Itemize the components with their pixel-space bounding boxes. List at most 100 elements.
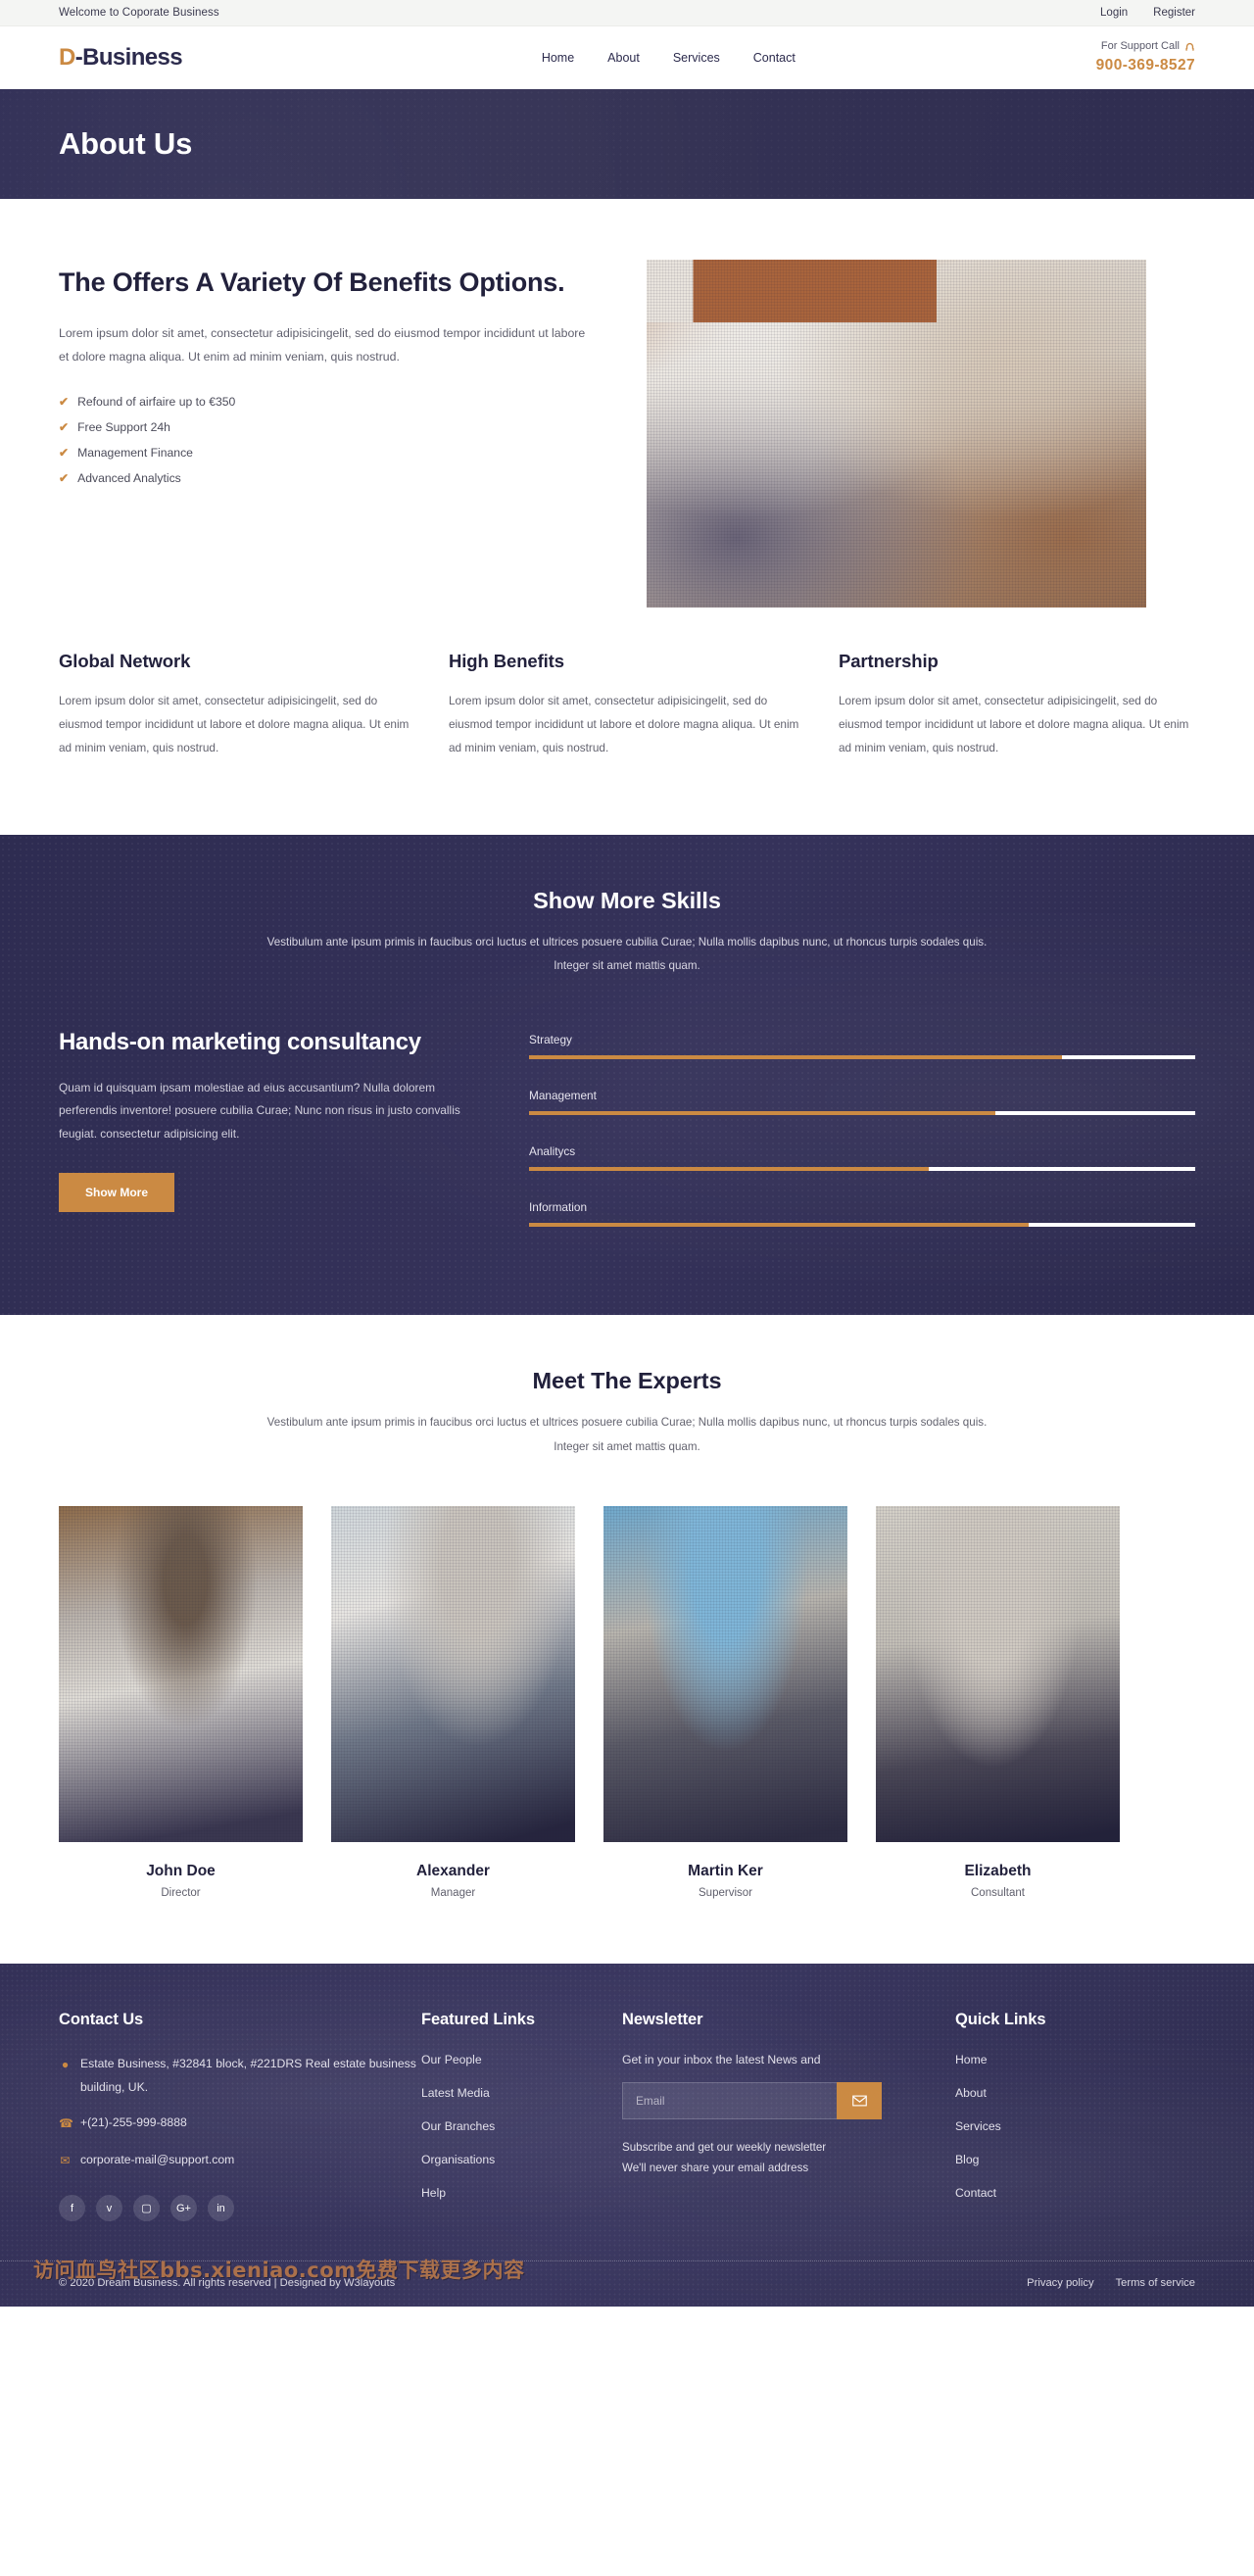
feature-text: Lorem ipsum dolor sit amet, consectetur … xyxy=(839,694,1189,755)
check-icon: ✔ xyxy=(59,419,70,434)
nav-item-about[interactable]: About xyxy=(607,51,640,65)
feature-title: High Benefits xyxy=(449,651,564,671)
footer-phone[interactable]: ☎ +(21)-255-999-8888 xyxy=(59,2112,421,2136)
legal-links: Privacy policy Terms of service xyxy=(1027,2277,1195,2289)
page-hero-banner: About Us xyxy=(0,89,1254,199)
experts-title: Meet The Experts xyxy=(532,1368,722,1394)
checklist-label: Free Support 24h xyxy=(77,419,170,434)
support-phone-number[interactable]: 900-369-8527 xyxy=(1096,56,1195,74)
checklist-label: Refound of airfaire up to €350 xyxy=(77,394,236,409)
footer-link-our-branches[interactable]: Our Branches xyxy=(421,2119,622,2133)
team-member-card[interactable]: John Doe Director xyxy=(59,1505,303,1899)
logo-mark: D xyxy=(59,44,75,71)
skill-fill xyxy=(529,1223,1029,1228)
skills-subtitle: Vestibulum ante ipsum primis in faucibus… xyxy=(266,935,988,972)
team-member-role: Supervisor xyxy=(699,1886,752,1899)
list-item: ✔ Free Support 24h xyxy=(59,420,607,434)
team-member-card[interactable]: Martin Ker Supervisor xyxy=(603,1505,847,1899)
team-member-role: Director xyxy=(161,1886,201,1899)
experts-subtitle: Vestibulum ante ipsum primis in faucibus… xyxy=(266,1416,988,1453)
footer-link-contact[interactable]: Contact xyxy=(955,2186,1151,2200)
feature-card-partnership: Partnership Lorem ipsum dolor sit amet, … xyxy=(839,651,1191,760)
footer-contact-title: Contact Us xyxy=(59,2010,144,2028)
google-plus-icon[interactable]: G+ xyxy=(170,2195,197,2222)
footer-contact-column: Contact Us ● Estate Business, #32841 blo… xyxy=(59,2010,421,2222)
site-header: D -Business Home About Services Contact F… xyxy=(0,26,1254,89)
footer-email-text: corporate-mail@support.com xyxy=(80,2153,235,2167)
team-member-role: Manager xyxy=(430,1886,476,1899)
skill-label: Information xyxy=(529,1200,588,1215)
skill-fill xyxy=(529,1055,1062,1060)
linkedin-icon[interactable]: in xyxy=(208,2195,234,2222)
check-icon: ✔ xyxy=(59,394,70,409)
footer-link-about[interactable]: About xyxy=(955,2086,1151,2100)
team-member-name: Martin Ker xyxy=(688,1862,763,1879)
register-link[interactable]: Register xyxy=(1153,7,1195,19)
check-icon: ✔ xyxy=(59,445,70,460)
newsletter-submit-button[interactable] xyxy=(837,2081,882,2119)
envelope-icon xyxy=(851,2095,867,2107)
footer-quick-links: Home About Services Blog Contact xyxy=(955,2053,1151,2200)
login-link[interactable]: Login xyxy=(1100,7,1128,19)
show-more-button[interactable]: Show More xyxy=(59,1173,175,1213)
team-member-card[interactable]: Elizabeth Consultant xyxy=(876,1505,1120,1899)
main-navigation: Home About Services Contact xyxy=(542,51,796,65)
footer-link-home[interactable]: Home xyxy=(955,2053,1151,2066)
footer-email[interactable]: ✉ corporate-mail@support.com xyxy=(59,2149,421,2173)
footer-featured-links: Our People Latest Media Our Branches Org… xyxy=(421,2053,622,2200)
footer-link-blog[interactable]: Blog xyxy=(955,2153,1151,2166)
checklist-label: Management Finance xyxy=(77,445,193,460)
team-member-card[interactable]: Alexander Manager xyxy=(331,1505,575,1899)
nav-item-contact[interactable]: Contact xyxy=(753,51,796,65)
skills-heading: Hands-on marketing consultancy xyxy=(59,1029,421,1056)
account-links: Login Register xyxy=(1100,7,1195,19)
newsletter-note-line2: We'll never share your email address xyxy=(622,2162,809,2175)
nav-item-services[interactable]: Services xyxy=(673,51,720,65)
footer-phone-text: +(21)-255-999-8888 xyxy=(80,2115,187,2130)
offers-team-photo xyxy=(647,260,1146,608)
feature-card-high-benefits: High Benefits Lorem ipsum dolor sit amet… xyxy=(449,651,801,760)
footer-link-our-people[interactable]: Our People xyxy=(421,2053,622,2066)
team-member-name: Elizabeth xyxy=(964,1862,1032,1879)
support-block: For Support Call 900-369-8527 xyxy=(1096,40,1195,74)
support-label-text: For Support Call xyxy=(1100,40,1180,53)
welcome-message: Welcome to Coporate Business xyxy=(59,7,219,19)
skill-label: Strategy xyxy=(529,1033,572,1047)
offers-section: The Offers A Variety Of Benefits Options… xyxy=(0,199,1254,608)
footer-newsletter-column: Newsletter Get in your inbox the latest … xyxy=(622,2011,955,2221)
footer-link-latest-media[interactable]: Latest Media xyxy=(421,2086,622,2100)
skills-section: Show More Skills Vestibulum ante ipsum p… xyxy=(0,834,1254,1316)
site-logo[interactable]: D -Business xyxy=(59,44,183,71)
skill-track xyxy=(529,1223,1195,1228)
footer-link-services[interactable]: Services xyxy=(955,2119,1151,2133)
footer-link-organisations[interactable]: Organisations xyxy=(421,2153,622,2166)
newsletter-note-line1: Subscribe and get our weekly newsletter xyxy=(622,2140,827,2154)
team-member-name: John Doe xyxy=(146,1862,216,1879)
instagram-icon[interactable]: ▢ xyxy=(133,2195,160,2222)
footer-address-text: Estate Business, #32841 block, #221DRS R… xyxy=(80,2056,416,2094)
nav-item-home[interactable]: Home xyxy=(542,51,574,65)
team-member-photo xyxy=(876,1505,1120,1842)
skill-bars: Strategy Management Analitycs Informatio… xyxy=(529,1027,1195,1256)
twitter-icon[interactable]: ᴠ xyxy=(96,2195,122,2222)
team-member-photo xyxy=(331,1505,575,1842)
footer-quick-title: Quick Links xyxy=(955,2010,1046,2028)
list-item: ✔ Refound of airfaire up to €350 xyxy=(59,395,607,409)
terms-of-service-link[interactable]: Terms of service xyxy=(1116,2277,1195,2289)
footer-address: ● Estate Business, #32841 block, #221DRS… xyxy=(59,2053,421,2100)
facebook-icon[interactable]: f xyxy=(59,2195,85,2222)
logo-text: -Business xyxy=(74,44,183,71)
skill-fill xyxy=(529,1167,929,1172)
privacy-policy-link[interactable]: Privacy policy xyxy=(1027,2277,1093,2289)
newsletter-email-input[interactable] xyxy=(622,2081,837,2119)
footer-featured-title: Featured Links xyxy=(421,2010,535,2028)
skills-title: Show More Skills xyxy=(533,887,721,913)
site-footer: Contact Us ● Estate Business, #32841 blo… xyxy=(0,1963,1254,2308)
list-item: ✔ Management Finance xyxy=(59,446,607,460)
page-title: About Us xyxy=(59,126,193,161)
footer-link-help[interactable]: Help xyxy=(421,2186,622,2200)
watermark-overlay: 访问血鸟社区bbs.xieniao.com免费下载更多内容 xyxy=(33,2259,525,2283)
skill-bar-information: Information xyxy=(529,1200,1195,1228)
team-member-name: Alexander xyxy=(416,1862,490,1879)
top-utility-bar: Welcome to Coporate Business Login Regis… xyxy=(0,0,1254,26)
